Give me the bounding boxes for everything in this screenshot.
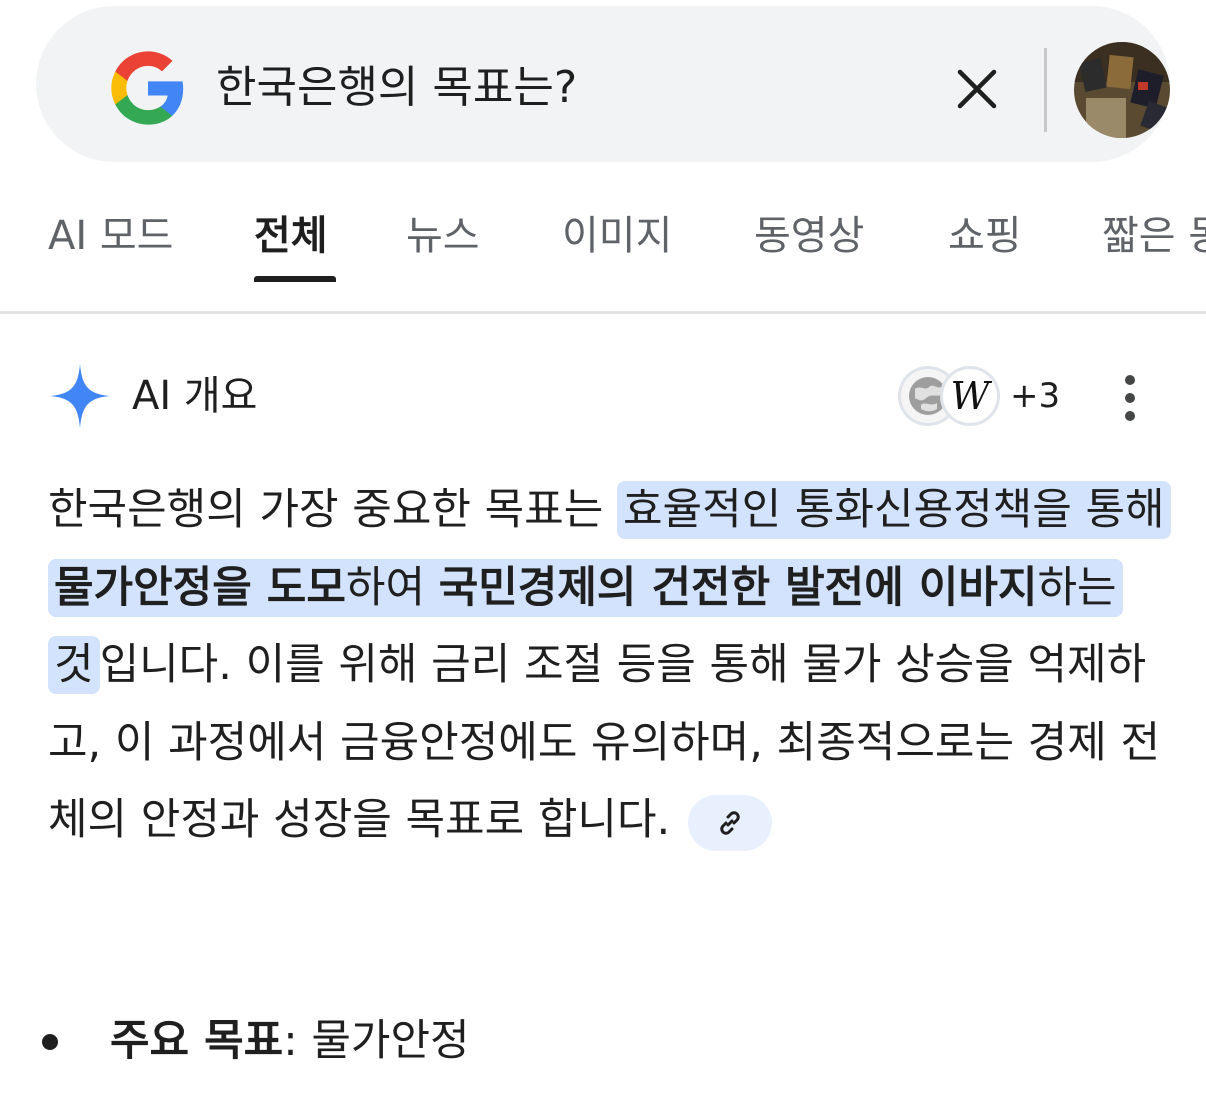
tab-shopping[interactable]: 쇼핑 [948,210,1022,262]
highlight-bold-part: 국민경제의 건전한 발전에 이바지 [438,562,1038,613]
ai-overview-title: AI 개요 [132,373,258,419]
highlight-text-part: 효율적인 통화신용정책을 통해 [622,485,1165,535]
sources-button[interactable]: W +3 [898,364,1060,428]
google-g-icon [111,51,184,125]
tab-videos[interactable]: 동영상 [754,210,864,262]
highlight-bold-part: 물가안정을 도모 [54,562,346,613]
bullet-point [42,1034,58,1050]
overview-text-part: 한국은행의 가장 중요한 목표는 [48,485,617,535]
active-tab-indicator [254,276,336,282]
tab-news[interactable]: 뉴스 [406,210,480,262]
clear-search-button[interactable] [944,56,1010,122]
tab-short-videos[interactable]: 짧은 동 [1102,210,1206,262]
more-options-icon[interactable] [1108,366,1152,430]
tab-all[interactable]: 전체 [254,210,328,262]
search-input[interactable]: 한국은행의 목표는? [216,58,577,118]
bullet-value: 물가안정 [311,1016,470,1066]
ai-overview-text: 한국은행의 가장 중요한 목표는 효율적인 통화신용정책을 통해 물가안정을 도… [48,472,1171,860]
search-divider [1044,48,1047,132]
avatar-image [1074,42,1170,138]
tab-ai-mode[interactable]: AI 모드 [48,210,173,262]
profile-avatar[interactable] [1074,42,1170,138]
source-link-button[interactable] [688,794,773,851]
ai-overview-header: AI 개요 W +3 [48,356,1158,436]
overview-text-part: 입니다. 이를 위해 금리 조절 등을 통해 물가 상승을 억제하고, 이 과정… [48,640,1161,845]
bullet-separator: : [283,1016,312,1066]
highlight-text-part: 하여 [345,562,439,613]
bullet-label: 주요 목표 [110,1016,284,1066]
list-item: 주요 목표: 물가안정 [40,1006,1160,1076]
search-bar[interactable]: 한국은행의 목표는? [36,6,1170,162]
sources-count: +3 [1010,376,1061,416]
close-icon [957,69,997,109]
sparkle-icon [50,364,110,428]
search-tabs: AI 모드 전체 뉴스 이미지 동영상 쇼핑 짧은 동 [0,190,1206,314]
tab-images[interactable]: 이미지 [562,210,672,262]
bullet-text: 주요 목표: 물가안정 [110,1006,470,1076]
wikipedia-icon: W [940,366,1000,426]
link-icon [720,810,740,835]
